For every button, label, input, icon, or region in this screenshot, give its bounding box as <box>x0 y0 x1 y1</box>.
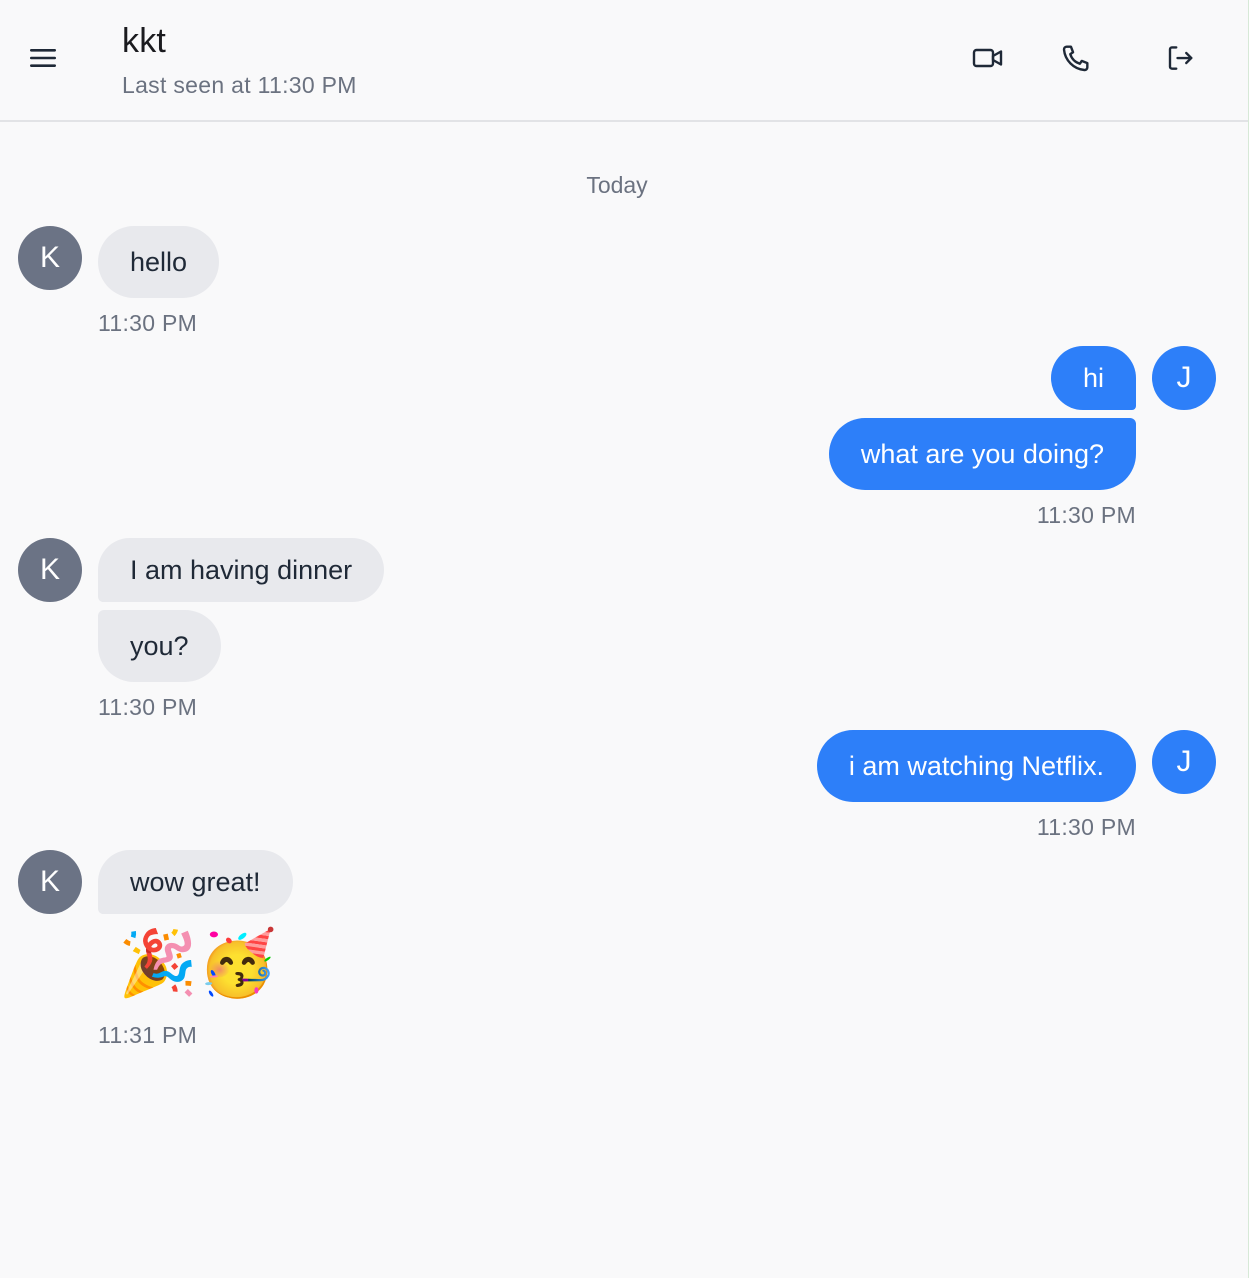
menu-button[interactable] <box>30 40 78 76</box>
message-bubble-incoming[interactable]: you? <box>98 610 221 682</box>
message-bubble-incoming[interactable]: wow great! <box>98 850 293 914</box>
day-separator: Today <box>586 172 648 198</box>
message-timestamp: 11:30 PM <box>98 694 198 720</box>
chat-header: kkt Last seen at 11:30 PM <box>0 0 1248 122</box>
video-camera-icon <box>972 48 1003 68</box>
contact-avatar[interactable]: K <box>18 850 82 914</box>
message-bubble-incoming[interactable]: I am having dinner <box>98 538 385 602</box>
leave-chat-button[interactable] <box>1158 36 1202 80</box>
message-bubble-incoming[interactable]: hello <box>98 226 220 298</box>
message-text: what are you doing? <box>860 438 1104 469</box>
message-text: hi <box>1082 362 1104 393</box>
logout-icon <box>1168 46 1193 70</box>
message-text: I am having dinner <box>130 554 353 585</box>
emoji-message[interactable]: 🎉🥳 <box>118 924 277 1004</box>
my-avatar[interactable]: J <box>1152 730 1216 794</box>
contact-avatar[interactable]: K <box>18 538 82 602</box>
phone-icon <box>1062 45 1089 72</box>
chat-app: kkt Last seen at 11:30 PM Today K hello … <box>0 0 1252 1278</box>
voice-call-button[interactable] <box>1054 36 1098 80</box>
message-timestamp: 11:31 PM <box>98 1022 198 1048</box>
contact-avatar[interactable]: K <box>18 226 82 290</box>
message-timestamp: 11:30 PM <box>98 310 198 336</box>
message-text: wow great! <box>130 866 261 897</box>
video-call-button[interactable] <box>966 36 1010 80</box>
message-bubble-outgoing[interactable]: i am watching Netflix. <box>816 730 1136 802</box>
hamburger-menu-icon <box>30 49 56 67</box>
message-timestamp: 11:30 PM <box>1036 814 1136 840</box>
window-edge <box>1248 0 1252 1278</box>
message-timestamp: 11:30 PM <box>1036 502 1136 528</box>
my-avatar[interactable]: J <box>1152 346 1216 410</box>
message-bubble-outgoing[interactable]: what are you doing? <box>828 418 1136 490</box>
message-bubble-outgoing[interactable]: hi <box>1050 346 1136 410</box>
message-text: you? <box>130 630 189 661</box>
contact-name: kkt <box>122 22 167 60</box>
message-text: hello <box>130 246 188 277</box>
message-text: i am watching Netflix. <box>848 750 1104 781</box>
last-seen-status: Last seen at 11:30 PM <box>122 72 357 98</box>
